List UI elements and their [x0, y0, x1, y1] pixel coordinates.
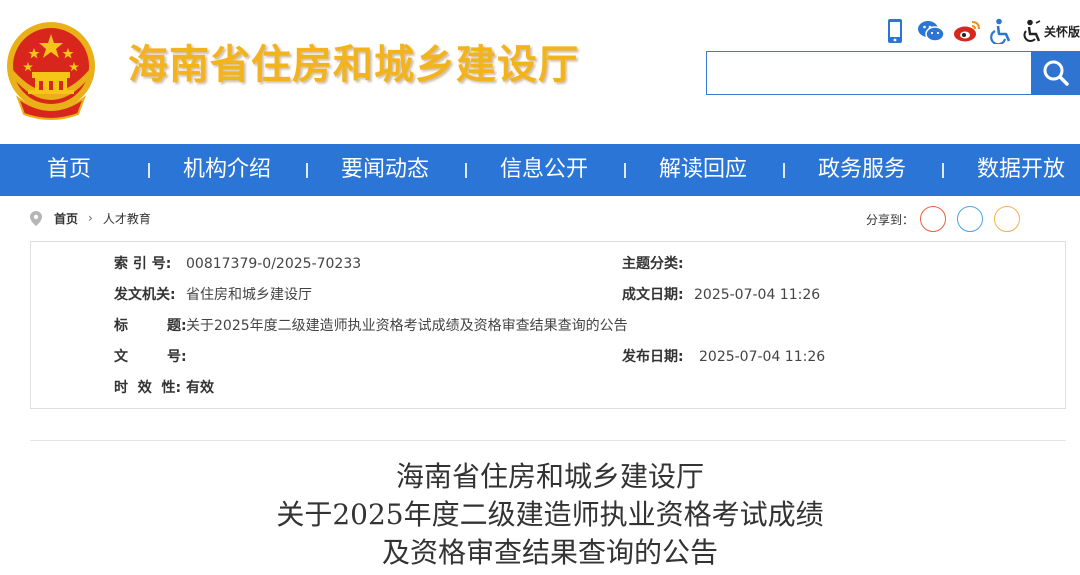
nav-separator [942, 163, 944, 178]
elder-care-icon [1022, 19, 1042, 43]
share-qzone-button[interactable] [994, 206, 1021, 232]
article-title: 海南省住房和城乡建设厅 关于2025年度二级建造师执业资格考试成绩 及资格审查结… [0, 458, 1080, 572]
main-nav: 首页 机构介绍 要闻动态 信息公开 解读回应 政务服务 数据开放 [0, 144, 1080, 196]
search-input[interactable] [706, 51, 1032, 95]
nav-separator [624, 163, 626, 178]
meta-published-label: 发布日期: [622, 349, 684, 365]
nav-separator [148, 163, 150, 178]
meta-published: 发布日期: 2025-07-04 11:26 [622, 347, 825, 367]
meta-issuer-label: 发文机关: [114, 287, 176, 303]
meta-created-value: 2025-07-04 11:26 [694, 287, 821, 303]
nav-item-home[interactable]: 首页 [47, 144, 91, 196]
article-title-line-1: 海南省住房和城乡建设厅 [395, 460, 704, 493]
nav-item-interpretation[interactable]: 解读回应 [659, 144, 747, 196]
nav-item-news[interactable]: 要闻动态 [341, 144, 429, 196]
location-pin-icon [30, 210, 42, 226]
breadcrumb-current[interactable]: 人才教育 [103, 210, 151, 227]
meta-validity-value: 有效 [186, 380, 214, 396]
meta-docno: 文 号: [114, 347, 187, 367]
breadcrumb-home[interactable]: 首页 [54, 210, 78, 227]
meta-index-label: 索 引 号: [114, 256, 172, 272]
search-button[interactable] [1031, 51, 1080, 95]
share-weibo-button[interactable] [920, 206, 947, 232]
nav-item-open-data[interactable]: 数据开放 [977, 144, 1065, 196]
article-title-line-3: 及资格审查结果查询的公告 [381, 536, 718, 569]
site-header: 海南省住房和城乡建设厅 关怀版 [0, 0, 1080, 144]
top-toolbar: 关怀版 [882, 16, 1080, 46]
article-title-line-2: 关于2025年度二级建造师执业资格考试成绩 [276, 498, 824, 531]
meta-issuer: 发文机关: 省住房和城乡建设厅 [114, 285, 312, 305]
document-meta: 索 引 号: 00817379-0/2025-70233 主题分类: 发文机关: 省… [30, 241, 1066, 409]
meta-title-label: 标 题: [114, 318, 187, 334]
mobile-icon[interactable] [884, 16, 906, 46]
meta-title: 标 题:关于2025年度二级建造师执业资格考试成绩及资格审查结果查询的公告 [114, 316, 628, 336]
meta-validity-label: 时 效 性: [114, 380, 182, 396]
nav-separator [465, 163, 467, 178]
meta-published-value: 2025-07-04 11:26 [699, 349, 826, 365]
meta-index-value: 00817379-0/2025-70233 [186, 256, 362, 272]
meta-issuer-value: 省住房和城乡建设厅 [186, 287, 312, 303]
elder-care-label: 关怀版 [1044, 24, 1080, 39]
accessibility-icon[interactable] [988, 16, 1014, 46]
divider [30, 440, 1066, 441]
share-label: 分享到： [866, 212, 915, 227]
meta-docno-label: 文 号: [114, 349, 187, 365]
breadcrumb: 首页 › 人才教育 [30, 208, 151, 228]
wechat-icon[interactable] [916, 16, 946, 46]
share-qq-button[interactable] [957, 206, 984, 232]
site-title[interactable]: 海南省住房和城乡建设厅 [128, 32, 579, 90]
chevron-right-icon: › [88, 211, 93, 225]
meta-index: 索 引 号: 00817379-0/2025-70233 [114, 254, 361, 274]
elder-care-button[interactable]: 关怀版 [1022, 16, 1080, 46]
meta-created: 成文日期: 2025-07-04 11:26 [622, 285, 820, 305]
search-icon [1042, 59, 1070, 87]
weibo-icon[interactable] [952, 16, 982, 46]
share-bar: 分享到： [866, 205, 1031, 233]
nav-item-organization[interactable]: 机构介绍 [183, 144, 271, 196]
national-emblem-icon[interactable] [4, 18, 98, 122]
meta-topic: 主题分类: [622, 254, 694, 274]
meta-validity: 时 效 性: 有效 [114, 378, 214, 398]
meta-topic-label: 主题分类: [622, 256, 684, 272]
nav-separator [783, 163, 785, 178]
nav-item-services[interactable]: 政务服务 [818, 144, 906, 196]
meta-title-value: 关于2025年度二级建造师执业资格考试成绩及资格审查结果查询的公告 [186, 318, 628, 334]
nav-item-info-disclosure[interactable]: 信息公开 [500, 144, 588, 196]
meta-created-label: 成文日期: [622, 287, 684, 303]
nav-separator [306, 163, 308, 178]
